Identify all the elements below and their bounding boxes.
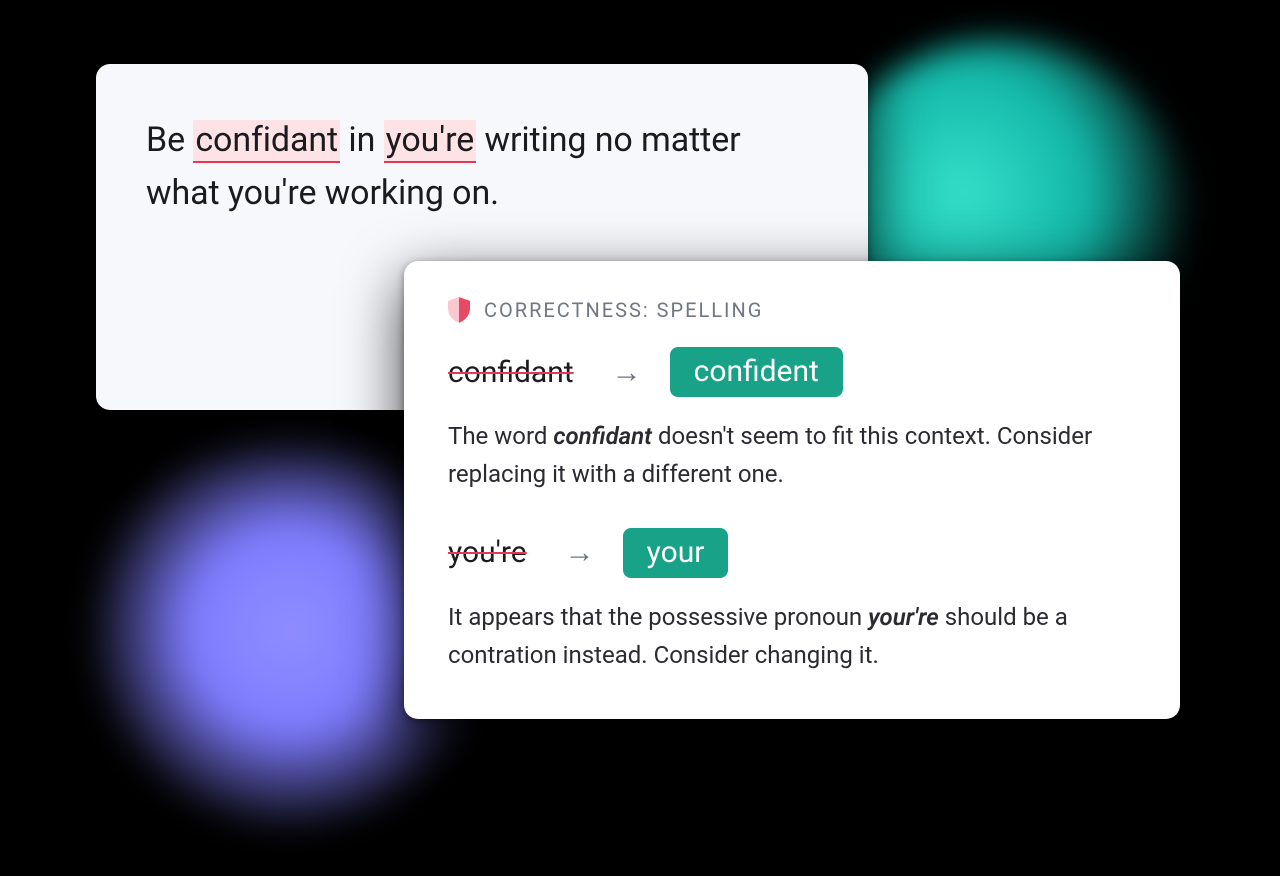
editor-paragraph[interactable]: Be confidant in you're writing no matter… (146, 114, 818, 219)
suggestion-row: you're → your (448, 528, 1136, 578)
accept-suggestion-button[interactable]: your (623, 528, 729, 578)
suggestion-popup: CORRECTNESS: SPELLING confidant → confid… (404, 261, 1180, 719)
suggestion-explanation: It appears that the possessive pronoun y… (448, 598, 1136, 675)
error-highlight-2[interactable]: you're (384, 120, 477, 163)
suggestion-row: confidant → confident (448, 347, 1136, 397)
popup-category-label: CORRECTNESS: SPELLING (484, 298, 763, 322)
popup-header: CORRECTNESS: SPELLING (448, 297, 1136, 323)
arrow-right-icon: → (612, 355, 642, 390)
accept-suggestion-button[interactable]: confident (670, 347, 843, 397)
editor-text-plain: Be (146, 120, 193, 160)
error-highlight-1[interactable]: confidant (193, 120, 340, 163)
editor-text-plain: in (340, 120, 384, 160)
arrow-right-icon: → (565, 535, 595, 570)
suggestion-explanation: The word confidant doesn't seem to fit t… (448, 417, 1136, 494)
shield-icon (448, 297, 470, 323)
old-word: you're (448, 535, 537, 570)
old-word: confidant (448, 355, 584, 390)
